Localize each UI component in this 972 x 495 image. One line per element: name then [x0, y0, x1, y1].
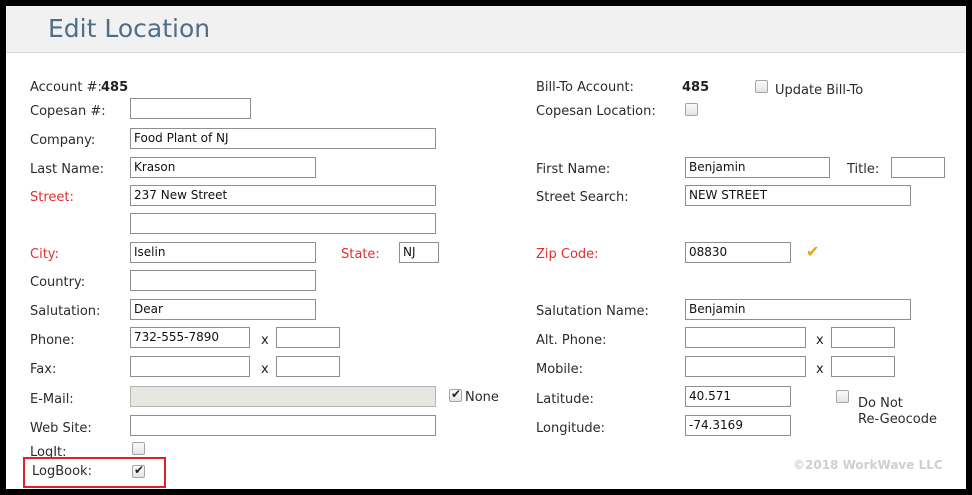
salutation-label: Salutation:: [30, 304, 101, 319]
first-name-label: First Name:: [536, 162, 611, 177]
billto-label: Bill-To Account:: [536, 80, 634, 95]
logit-checkbox[interactable]: [132, 442, 145, 455]
state-input[interactable]: NJ: [399, 242, 439, 263]
state-label: State:: [341, 247, 380, 262]
country-label: Country:: [30, 275, 86, 290]
account-value: 485: [101, 80, 129, 95]
latitude-label: Latitude:: [536, 392, 594, 407]
longitude-input[interactable]: -74.3169: [685, 415, 791, 436]
city-input[interactable]: Iselin: [130, 242, 316, 263]
do-not-regeocode-checkbox[interactable]: [836, 390, 849, 403]
company-label: Company:: [30, 133, 96, 148]
title-input[interactable]: [891, 157, 945, 178]
street-search-label: Street Search:: [536, 190, 629, 205]
salutation-name-input[interactable]: Benjamin: [685, 299, 911, 320]
fax-input[interactable]: [130, 356, 250, 377]
update-billto-checkbox[interactable]: [755, 80, 768, 93]
billto-value: 485: [682, 80, 710, 95]
street2-input[interactable]: [130, 213, 436, 234]
zip-input[interactable]: 08830: [685, 242, 791, 263]
mobile-label: Mobile:: [536, 362, 584, 377]
email-input[interactable]: [130, 386, 436, 407]
phone-input[interactable]: 732-555-7890: [130, 327, 250, 348]
street-search-input[interactable]: NEW STREET: [685, 185, 911, 206]
phone-label: Phone:: [30, 333, 75, 348]
logbook-checkbox[interactable]: ✔: [132, 463, 145, 478]
fax-ext-input[interactable]: [276, 356, 340, 377]
company-input[interactable]: Food Plant of NJ: [130, 128, 436, 149]
edit-location-panel: Edit Location Account #: 485 Copesan #: …: [6, 6, 966, 489]
zip-label: Zip Code:: [536, 247, 599, 262]
alt-phone-ext-label: x: [816, 333, 824, 348]
street-input[interactable]: 237 New Street: [130, 185, 436, 206]
street-label: Street:: [30, 190, 74, 205]
mobile-ext-input[interactable]: [831, 356, 895, 377]
alt-phone-input[interactable]: [685, 327, 806, 348]
none-checkbox[interactable]: ✔: [449, 387, 462, 402]
website-label: Web Site:: [30, 421, 92, 436]
none-label: None: [465, 390, 499, 405]
website-input[interactable]: [130, 415, 436, 436]
checkmark-icon: ✔: [451, 387, 462, 401]
alt-phone-label: Alt. Phone:: [536, 333, 607, 348]
salutation-input[interactable]: Dear: [130, 299, 316, 320]
copesan-location-label: Copesan Location:: [536, 104, 656, 119]
city-label: City:: [30, 247, 59, 262]
do-not-regeocode-label-2: Re-Geocode: [858, 412, 937, 427]
salutation-name-label: Salutation Name:: [536, 304, 649, 319]
mobile-input[interactable]: [685, 356, 806, 377]
check-icon: ✔: [806, 242, 820, 261]
checkmark-icon: ✔: [134, 463, 145, 477]
fax-ext-label: x: [261, 362, 269, 377]
copesan-input[interactable]: [130, 98, 251, 119]
page-title: Edit Location: [48, 14, 211, 43]
phone-ext-input[interactable]: [276, 327, 340, 348]
mobile-ext-label: x: [816, 362, 824, 377]
title-label: Title:: [847, 162, 880, 177]
longitude-label: Longitude:: [536, 421, 606, 436]
update-billto-label: Update Bill-To: [775, 83, 864, 98]
last-name-input[interactable]: Krason: [130, 157, 316, 178]
fax-label: Fax:: [30, 362, 57, 377]
email-label: E-Mail:: [30, 392, 74, 407]
last-name-label: Last Name:: [30, 162, 104, 177]
country-input[interactable]: [130, 270, 316, 291]
first-name-input[interactable]: Benjamin: [685, 157, 830, 178]
account-label: Account #:: [30, 80, 102, 95]
page-header: Edit Location: [6, 6, 966, 53]
latitude-input[interactable]: 40.571: [685, 386, 791, 407]
copesan-location-checkbox[interactable]: [685, 103, 698, 116]
copyright: ©2018 WorkWave LLC: [793, 458, 943, 472]
logbook-label: LogBook:: [32, 464, 92, 479]
alt-phone-ext-input[interactable]: [831, 327, 895, 348]
phone-ext-label: x: [261, 333, 269, 348]
copesan-label: Copesan #:: [30, 104, 106, 119]
